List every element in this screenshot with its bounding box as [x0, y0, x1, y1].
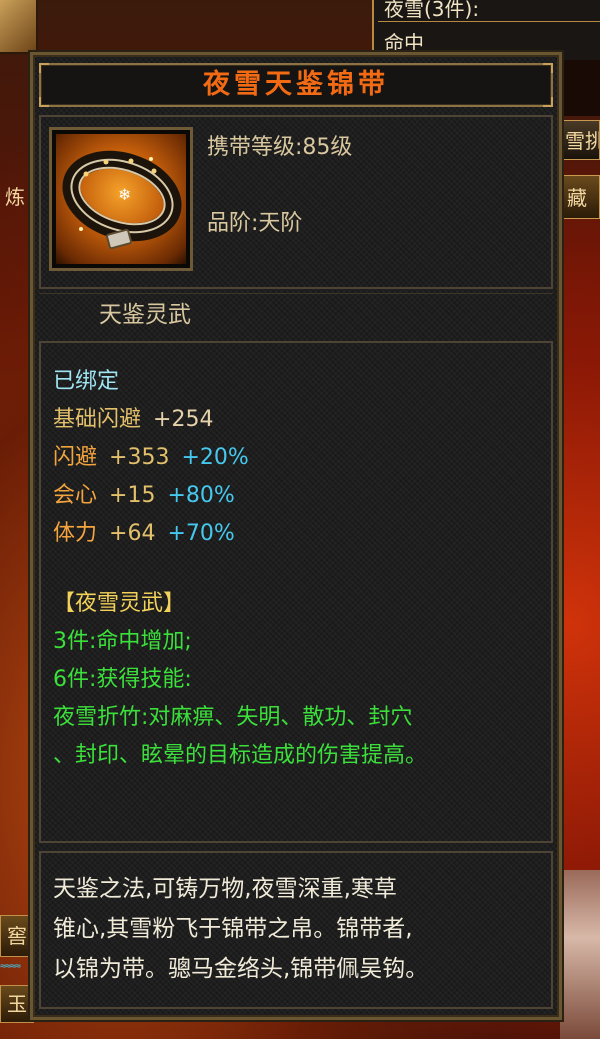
snowflake-icon: ❄ [118, 185, 131, 204]
item-category: 天鉴灵武 [99, 302, 191, 328]
stat-row: 基础闪避 +254 [53, 403, 213, 437]
set-name: 【夜雪灵武】 [53, 591, 186, 616]
left-tab-2[interactable]: 窖 [0, 915, 34, 957]
stat-name: 基础闪避 [53, 407, 142, 432]
set-effect: 6件:获得技能: [53, 667, 192, 692]
stat-bonus: +70% [167, 521, 235, 546]
item-header: ❄ 携带等级:85级 品阶:天阶 [39, 115, 553, 289]
carry-level: 携带等级:85级 [207, 135, 353, 160]
bound-status: 已绑定 [53, 369, 120, 394]
set-effect: 夜雪折竹:对麻痹、失明、散功、封穴 [53, 705, 413, 730]
item-description: 天鉴之法,可铸万物,夜雪深重,寒草 锥心,其雪粉飞于锦带之帛。锦带者, 以锦为带… [39, 851, 553, 1009]
belt-stud [83, 171, 89, 177]
item-grade: 品阶:天阶 [207, 211, 303, 236]
background-character [560, 870, 600, 1039]
left-tab-jade[interactable]: 玉 [0, 985, 34, 1023]
left-tab-refine[interactable]: 炼 [0, 180, 30, 214]
sparkle [79, 227, 83, 231]
item-category-bar: 天鉴灵武 [39, 293, 553, 337]
belt-icon: ❄ [56, 134, 186, 264]
background-set-label: 夜雪(3件): [378, 0, 600, 22]
stat-value: +353 [109, 445, 170, 470]
right-tab-2[interactable]: 藏 [560, 175, 600, 219]
stat-row: 会心 +15 +80% [53, 479, 235, 513]
description-line: 以锦为带。骢马金络头,锦带佩吴钩。 [53, 956, 429, 982]
stat-value: +64 [109, 521, 156, 546]
stat-bonus: +80% [167, 483, 235, 508]
stat-name: 体力 [53, 521, 98, 546]
corner-ornament [0, 0, 38, 54]
stat-name: 闪避 [53, 445, 98, 470]
sparkle [149, 157, 153, 161]
stat-bonus: +20% [181, 445, 249, 470]
stat-row: 闪避 +353 +20% [53, 441, 249, 475]
cyan-decoration: ≈≈≈≈ [0, 961, 21, 972]
tooltip-title-bar: 夜雪天鉴锦带 [39, 63, 553, 107]
set-effect: 3件:命中增加; [53, 629, 192, 654]
stat-value: +15 [109, 483, 156, 508]
item-title: 夜雪天鉴锦带 [203, 69, 389, 100]
belt-stud [151, 168, 157, 174]
stat-value: +254 [153, 407, 214, 432]
belt-stud [103, 159, 109, 165]
belt-stud [128, 158, 134, 164]
stat-name: 会心 [53, 483, 98, 508]
stat-row: 体力 +64 +70% [53, 517, 235, 551]
item-tooltip: 夜雪天鉴锦带 ❄ 携带等级:85级 品阶:天阶 天鉴灵武 已绑定 基础闪避 +2… [28, 50, 564, 1022]
description-line: 天鉴之法,可铸万物,夜雪深重,寒草 [53, 876, 397, 902]
set-effect: 、封印、眩晕的目标造成的伤害提高。 [53, 743, 428, 768]
right-tab-1[interactable]: 雪挑 [560, 120, 600, 160]
item-stats: 已绑定 基础闪避 +254 闪避 +353 +20% 会心 +15 +80% 体力 +64 +… [39, 341, 553, 843]
belt-icon-graphic: ❄ [62, 150, 182, 250]
background-dark-area [560, 60, 600, 116]
item-icon-frame: ❄ [49, 127, 193, 271]
description-line: 锥心,其雪粉飞于锦带之帛。锦带者, [53, 916, 413, 942]
